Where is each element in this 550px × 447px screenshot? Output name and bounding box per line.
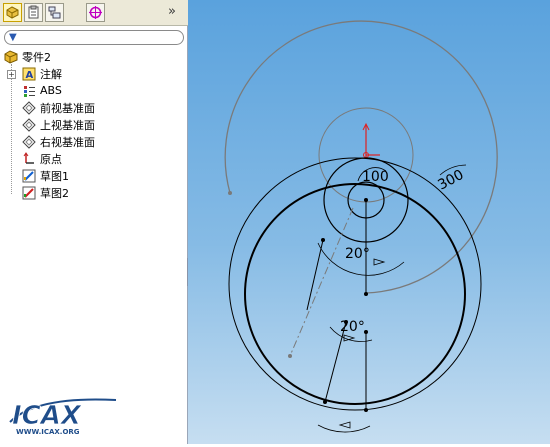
- tree-item-material[interactable]: ABS: [22, 82, 62, 99]
- angle-dim-lower[interactable]: 20°: [340, 319, 365, 335]
- svg-text:A: A: [26, 70, 34, 81]
- panel-tab-bar: »: [0, 0, 188, 26]
- sketch-point: [321, 238, 325, 242]
- tree-item-label: 前视基准面: [40, 101, 95, 115]
- dim-300-label[interactable]: 300: [435, 167, 466, 194]
- tree-item-label: 注解: [40, 67, 62, 81]
- spoke-line-left: [306, 239, 324, 311]
- svg-text:ICAX: ICAX: [12, 401, 83, 431]
- configuration-manager-icon: [48, 6, 61, 19]
- sketch-point: [364, 198, 368, 202]
- tree-item-label: 右视基准面: [40, 135, 95, 149]
- tree-guide-line: [11, 64, 12, 194]
- origin-icon: [22, 151, 36, 166]
- graphics-area[interactable]: 100 300 20° 20°: [188, 0, 550, 444]
- arc-endpoint: [228, 191, 232, 195]
- feature-manager-panel: » ▼ 零件2 + A 注解 ABS 前视基准面 上视基准面 右视基准面 原点 …: [0, 0, 188, 444]
- property-manager-icon: [28, 5, 39, 19]
- main-circle: [244, 183, 466, 405]
- material-icon: [22, 84, 36, 98]
- tab-feature-manager[interactable]: [3, 3, 22, 22]
- tree-item-label: ABS: [40, 84, 62, 97]
- feature-tree-filter[interactable]: ▼: [4, 30, 184, 45]
- tree-item-label: 草图1: [40, 169, 69, 183]
- tree-root-label: 零件2: [22, 50, 51, 64]
- svg-text:WWW.ICAX.ORG: WWW.ICAX.ORG: [16, 428, 80, 436]
- tree-item-top-plane[interactable]: 上视基准面: [22, 116, 95, 133]
- outer-circle-thin: [228, 157, 482, 411]
- tree-item-label: 上视基准面: [40, 118, 95, 132]
- collapse-panel-button[interactable]: »: [168, 4, 176, 19]
- sketch-icon: [22, 169, 36, 183]
- feature-manager-icon: [6, 6, 19, 19]
- tree-root-part[interactable]: 零件2: [4, 48, 51, 65]
- icax-logo: ICAX WWW.ICAX.ORG: [6, 392, 130, 438]
- part-icon: [4, 49, 18, 64]
- angle-dim-upper[interactable]: 20°: [345, 246, 370, 262]
- plane-icon: [22, 134, 36, 149]
- plane-icon: [22, 100, 36, 115]
- sketch-point: [364, 292, 368, 296]
- sketch-point: [323, 400, 327, 404]
- tab-property-manager[interactable]: [24, 3, 43, 22]
- plane-icon: [22, 117, 36, 132]
- annotation-icon: A: [22, 67, 36, 81]
- tree-item-front-plane[interactable]: 前视基准面: [22, 99, 95, 116]
- tree-item-annotations[interactable]: A 注解: [22, 65, 62, 82]
- sketch-drawing: 100 300 20° 20°: [224, 20, 498, 433]
- dim-100-label[interactable]: 100: [362, 169, 389, 185]
- expand-annotations-toggle[interactable]: +: [7, 70, 16, 79]
- tree-item-sketch1[interactable]: 草图1: [22, 167, 69, 184]
- tab-dimxpert-manager[interactable]: [86, 3, 105, 22]
- sketch-icon: [22, 186, 36, 200]
- tab-configuration-manager[interactable]: [45, 3, 64, 22]
- sketch-point: [364, 408, 368, 412]
- tree-item-label: 原点: [40, 152, 62, 166]
- filter-icon: ▼: [9, 32, 17, 43]
- tree-item-label: 草图2: [40, 186, 69, 200]
- sketch-origin: [362, 122, 380, 158]
- dimxpert-icon: [89, 6, 102, 19]
- tree-item-right-plane[interactable]: 右视基准面: [22, 133, 95, 150]
- tree-item-sketch2[interactable]: 草图2: [22, 184, 69, 201]
- tree-item-origin[interactable]: 原点: [22, 150, 62, 167]
